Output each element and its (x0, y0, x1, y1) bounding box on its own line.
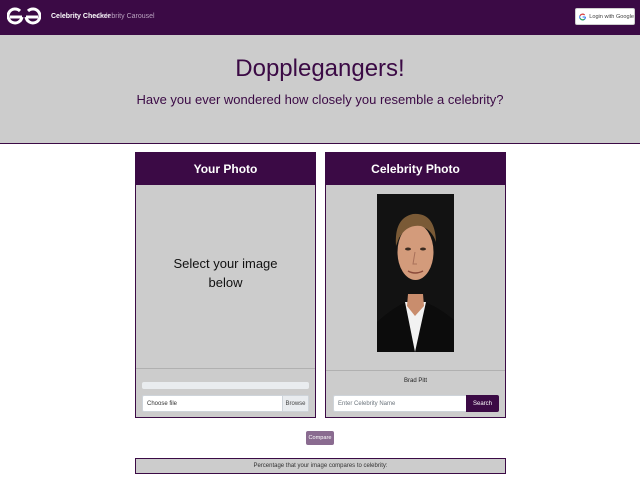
celebrity-search-input[interactable]: Enter Celebrity Name (333, 395, 466, 412)
navbar: Celebrity Checker Celebrity Carousel Log… (0, 0, 640, 35)
divider (326, 370, 505, 371)
celebrity-photo (377, 194, 454, 352)
placeholder-line-2: below (208, 275, 243, 290)
login-with-google-button[interactable]: Login with Google (575, 8, 635, 25)
your-photo-card: Your Photo Select your image below Choos… (135, 152, 316, 418)
your-photo-footer: Choose file Browse (136, 368, 315, 417)
file-input-label[interactable]: Choose file (143, 401, 282, 407)
hero-banner: Dopplegangers! Have you ever wondered ho… (0, 35, 640, 144)
gfg-logo-icon[interactable] (7, 5, 41, 29)
browse-button[interactable]: Browse (282, 396, 308, 411)
placeholder-line-1: Select your image (173, 256, 278, 271)
your-photo-header: Your Photo (136, 153, 315, 185)
nav-link-celebrity-carousel[interactable]: Celebrity Carousel (97, 13, 155, 20)
compare-button[interactable]: Compare (306, 431, 334, 445)
celebrity-photo-card: Celebrity Photo Brad Pitt Enter Celebrit… (325, 152, 506, 418)
celebrity-name: Brad Pitt (403, 378, 427, 384)
celebrity-photo-header: Celebrity Photo (326, 153, 505, 185)
page-subtitle: Have you ever wondered how closely you r… (136, 92, 504, 107)
file-input[interactable]: Choose file Browse (142, 395, 309, 412)
result-bar: Percentage that your image compares to c… (135, 458, 506, 474)
login-label: Login with Google (589, 13, 634, 20)
celebrity-portrait-image (377, 194, 454, 352)
page-title: Dopplegangers! (235, 55, 405, 82)
google-icon (579, 13, 587, 20)
upload-progress-bar (142, 382, 309, 389)
select-image-placeholder: Select your image below (136, 254, 315, 292)
search-button[interactable]: Search (466, 395, 499, 412)
